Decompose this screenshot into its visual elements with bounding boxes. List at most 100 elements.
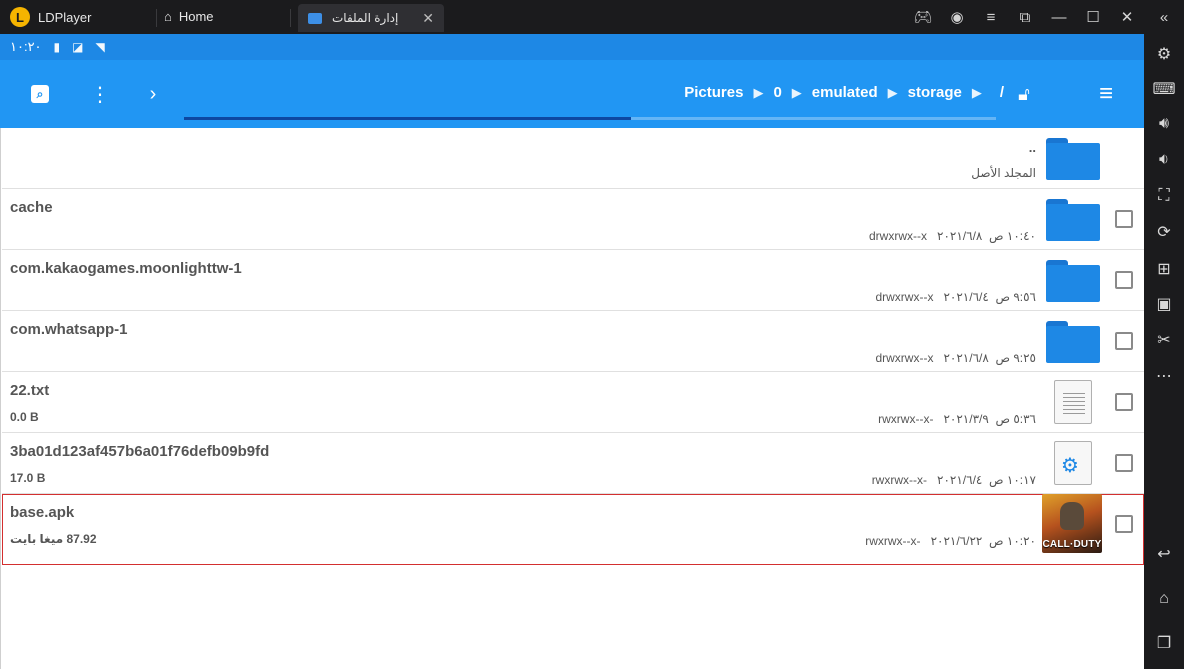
file-size: 17.0 B: [10, 471, 46, 485]
file-perms: rwxrwx--x-: [878, 412, 934, 426]
file-name: 3ba01d123af457b6a01f76defb09b9fd: [10, 443, 270, 460]
file-meta: rwxrwx--x- ١٠:٢٠ ص ٢٠٢١/٦/٢٢: [865, 534, 1036, 548]
settings-icon[interactable]: ⚙: [1144, 39, 1184, 69]
folder-icon: [1046, 199, 1100, 241]
list-item[interactable]: cache drwxrwx--x ١٠:٤٠ ص ٢٠٢١/٦/٨: [2, 189, 1144, 250]
file-perms: rwxrwx--x-: [865, 534, 921, 548]
file-meta: drwxrwx--x ١٠:٤٠ ص ٢٠٢١/٦/٨: [869, 229, 1036, 243]
recents-icon[interactable]: ❐: [1144, 628, 1184, 658]
list-item[interactable]: com.whatsapp-1 drwxrwx--x ٩:٢٥ ص ٢٠٢١/٦/…: [2, 311, 1144, 372]
apk-thumbnail-icon: CALL·DUTY: [1042, 494, 1102, 553]
forward-button[interactable]: ›: [139, 80, 167, 108]
apk-install-icon[interactable]: ▣: [1144, 289, 1184, 319]
back-icon[interactable]: ↩: [1144, 539, 1184, 569]
volume-down-icon[interactable]: 🔉︎: [1144, 145, 1184, 175]
file-name: com.whatsapp-1: [10, 321, 128, 338]
search-button[interactable]: ⌕: [26, 80, 54, 108]
keyboard-icon[interactable]: ⌨: [1144, 74, 1184, 104]
breadcrumb-pictures[interactable]: Pictures: [684, 84, 743, 101]
maximize-icon[interactable]: ☐: [1076, 8, 1110, 26]
chevron-right-icon: ›: [149, 82, 157, 105]
file-date: ٢٠٢١/٦/٨: [937, 229, 983, 243]
list-item[interactable]: com.kakaogames.moonlighttw-1 drwxrwx--x …: [2, 250, 1144, 311]
breadcrumb-separator-icon: ▶: [791, 84, 802, 100]
breadcrumb-root[interactable]: /: [1000, 84, 1004, 101]
lock-icon: 🔓︎: [1018, 83, 1030, 104]
volume-up-icon[interactable]: 🔊︎: [1144, 109, 1184, 139]
select-checkbox[interactable]: [1115, 393, 1133, 411]
more-vert-icon: ⋮: [90, 83, 110, 106]
select-checkbox[interactable]: [1115, 210, 1133, 228]
status-bar: ١٠:٢٠ ▮ ◪ ◥: [0, 34, 1144, 60]
home-tab[interactable]: ⌂ Home: [164, 9, 214, 24]
select-checkbox[interactable]: [1115, 332, 1133, 350]
minimize-icon[interactable]: —: [1042, 9, 1076, 26]
scissors-icon[interactable]: ✂: [1144, 325, 1184, 355]
file-date: ٢٠٢١/٦/٨: [943, 351, 989, 365]
menu-icon[interactable]: ≡: [974, 9, 1008, 26]
file-date: ٢٠٢١/٦/٤: [937, 473, 983, 487]
lock-button[interactable]: 🔓︎: [1010, 80, 1038, 108]
file-time: ١٠:٢٠ ص: [989, 534, 1036, 548]
folder-icon: [1046, 260, 1100, 302]
breadcrumb-storage[interactable]: storage: [908, 84, 962, 101]
file-perms: drwxrwx--x: [875, 351, 934, 365]
path-progress-fill: [184, 117, 631, 120]
gear-file-icon: ⚙: [1054, 441, 1092, 485]
file-meta: rwxrwx--x- ٥:٣٦ ص ٢٠٢١/٣/٩: [878, 412, 1036, 426]
file-size: 87.92 ميغا بايت: [10, 532, 97, 546]
file-date: ٢٠٢١/٣/٩: [943, 412, 989, 426]
file-perms: drwxrwx--x: [875, 290, 934, 304]
collapse-icon[interactable]: «: [1144, 9, 1184, 26]
list-item[interactable]: 3ba01d123af457b6a01f76defb09b9fd 17.0 B …: [2, 433, 1144, 494]
breadcrumb-separator-icon: ▶: [887, 84, 898, 100]
search-icon: ⌕: [31, 85, 49, 103]
file-meta: drwxrwx--x ٩:٢٥ ص ٢٠٢١/٦/٨: [875, 351, 1036, 365]
home-icon[interactable]: ⌂: [1144, 584, 1184, 614]
breadcrumb-separator-icon: ▶: [971, 84, 982, 100]
emulator-window: L LDPlayer ⌂ Home إدارة الملفات ✕ 🎮︎ ◉ ≡…: [0, 0, 1184, 669]
tab-close-icon[interactable]: ✕: [422, 10, 434, 27]
drawer-menu-button[interactable]: ≡: [1092, 80, 1120, 108]
close-icon[interactable]: ✕: [1110, 8, 1144, 26]
breadcrumb-emulated[interactable]: emulated: [812, 84, 878, 101]
file-name: base.apk: [10, 504, 75, 521]
user-icon[interactable]: ◉: [940, 8, 974, 26]
file-meta: drwxrwx--x ٩:٥٦ ص ٢٠٢١/٦/٤: [875, 290, 1036, 304]
emulator-side-panel: ⚙ ⌨ 🔊︎ 🔉︎ ⛶ ⟳ ⊞ ▣ ✂ ⋯ ↩ ⌂ ❐: [1144, 34, 1184, 669]
home-tab-label: Home: [178, 9, 214, 24]
rotate-icon[interactable]: ⟳: [1144, 217, 1184, 247]
divider: [290, 9, 291, 27]
file-time: ١٠:٤٠ ص: [989, 229, 1036, 243]
select-checkbox[interactable]: [1115, 515, 1133, 533]
list-item-selected[interactable]: base.apk 87.92 ميغا بايت rwxrwx--x- ١٠:٢…: [2, 494, 1144, 565]
app-brand: L LDPlayer: [10, 7, 91, 27]
battery-icon: ▮: [53, 40, 61, 54]
screenshot-icon[interactable]: ⛶: [1144, 181, 1184, 211]
folder-icon: [308, 12, 322, 24]
file-manager-tab[interactable]: إدارة الملفات ✕: [298, 4, 444, 32]
window-actions: 🎮︎ ◉ ≡ ⧉ — ☐ ✕ «: [906, 0, 1184, 34]
file-list: .. المجلد الأصل cache drwxrwx--x ١٠:٤٠ ص…: [0, 128, 1144, 669]
select-checkbox[interactable]: [1115, 454, 1133, 472]
popout-icon[interactable]: ⧉: [1008, 9, 1042, 26]
file-date: ٢٠٢١/٦/٢٢: [930, 534, 983, 548]
file-name: 22.txt: [10, 382, 50, 399]
breadcrumb-0[interactable]: 0: [773, 84, 781, 101]
parent-dir-label: المجلد الأصل: [971, 166, 1036, 180]
breadcrumb-separator-icon: ▶: [753, 84, 764, 100]
file-meta: rwxrwx--x- ١٠:١٧ ص ٢٠٢١/٦/٤: [872, 473, 1036, 487]
divider: [156, 9, 157, 27]
list-item[interactable]: 22.txt 0.0 B rwxrwx--x- ٥:٣٦ ص ٢٠٢١/٣/٩: [2, 372, 1144, 433]
title-bar: L LDPlayer ⌂ Home إدارة الملفات ✕ 🎮︎ ◉ ≡…: [0, 0, 1184, 34]
list-item-parent[interactable]: .. المجلد الأصل: [2, 128, 1144, 189]
gamepad-icon[interactable]: 🎮︎: [906, 8, 940, 26]
select-checkbox[interactable]: [1115, 271, 1133, 289]
file-perms: rwxrwx--x-: [871, 473, 927, 487]
more-icon[interactable]: ⋯: [1144, 361, 1184, 391]
breadcrumb: Pictures ▶ 0 ▶ emulated ▶ storage ▶ /: [684, 84, 1004, 101]
overflow-menu-button[interactable]: ⋮: [86, 80, 114, 108]
file-time: ٩:٢٥ ص: [995, 351, 1036, 365]
add-window-icon[interactable]: ⊞: [1144, 254, 1184, 284]
ldplayer-logo-icon: L: [10, 7, 30, 27]
